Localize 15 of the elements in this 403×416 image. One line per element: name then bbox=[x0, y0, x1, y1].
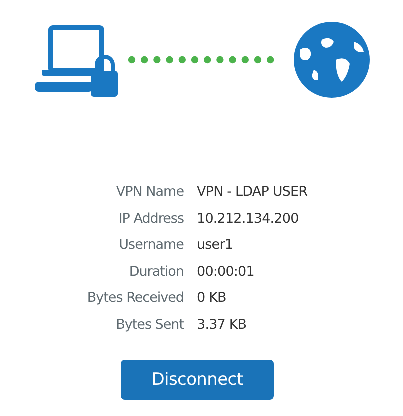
field-value: VPN - LDAP USER bbox=[197, 183, 309, 202]
field-label: IP Address bbox=[118, 210, 184, 228]
field-value: 00:00:01 bbox=[197, 262, 256, 282]
disconnect-button[interactable]: Disconnect bbox=[121, 360, 274, 400]
field-value: 0 KB bbox=[197, 289, 228, 308]
field-label: Bytes Sent bbox=[115, 316, 184, 334]
field-label: Bytes Received bbox=[86, 289, 184, 308]
field-label: Duration bbox=[128, 262, 184, 282]
field-label: Username bbox=[118, 236, 184, 255]
locked-computer-icon bbox=[34, 25, 120, 99]
globe-icon bbox=[292, 20, 372, 100]
field-label: VPN Name bbox=[115, 183, 184, 202]
field-value: user1 bbox=[197, 236, 234, 255]
field-value: 10.212.134.200 bbox=[197, 210, 300, 228]
field-value: 3.37 KB bbox=[197, 316, 248, 334]
